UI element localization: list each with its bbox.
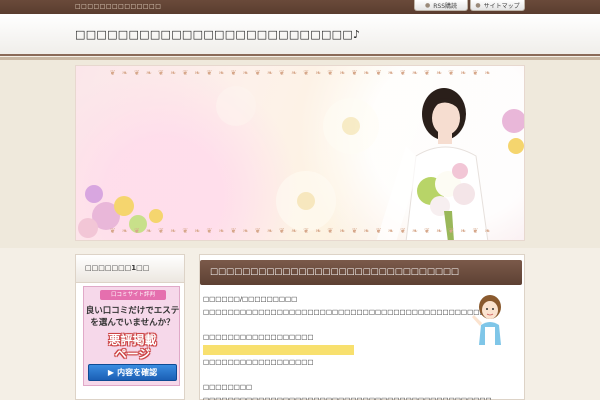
ad-button-label: 内容を確認 — [117, 368, 158, 377]
article-text-line: □□□□□□□□□□□□□□□□□□ — [203, 333, 314, 341]
rss-button-label: RSS購読 — [433, 2, 458, 10]
banner-flourish-bottom: ❦ ❧ ❦ ❧ ❦ ❧ ❦ ❧ ❦ ❧ ❦ ❧ ❦ ❧ ❦ ❧ ❦ ❧ ❦ ❧ … — [109, 227, 493, 235]
article-heading: □□□□□□□□□□□□□□□□□□□□□□□□□□□□□□□ — [200, 260, 522, 285]
sidebar: □□□□□□□1□□ 口コミサイト評判 良い口コミだけでエステ を選んでいません… — [75, 254, 185, 400]
arrow-right-icon: ▶ — [107, 368, 115, 377]
sitemap-button-label: サイトマップ — [483, 2, 520, 10]
ad-check-button[interactable]: ▶ 内容を確認 — [88, 364, 177, 381]
site-tagline: □□□□□□□□□□□□□□ — [75, 3, 162, 10]
guide-character-illustration — [472, 295, 501, 345]
ad-text-line1: 良い口コミだけでエステ — [85, 306, 180, 316]
hero-banner-image: ❦ ❧ ❦ ❧ ❦ ❧ ❦ ❧ ❦ ❧ ❦ ❧ ❦ ❧ ❦ ❧ ❦ ❧ ❦ ❧ … — [75, 65, 525, 241]
article-text-line: □□□□□□/□□□□□□□□□ — [203, 295, 298, 303]
sidebar-heading: □□□□□□□1□□ — [76, 255, 184, 283]
article-text-line: □□□□□□□□□□□□□□□□□□□□□□□□□□□□□□□□□□□□□□□□… — [203, 396, 492, 400]
site-header: □□□□□□□□□□□□□□□□□□□□□□□□□□♪ — [0, 14, 600, 56]
rss-subscribe-button[interactable]: ● RSS購読 — [414, 0, 468, 11]
banner-area: ❦ ❧ ❦ ❧ ❦ ❧ ❦ ❧ ❦ ❧ ❦ ❧ ❦ ❧ ❦ ❧ ❦ ❧ ❦ ❧ … — [0, 60, 600, 248]
sitemap-icon: ● — [475, 1, 481, 9]
ad-tag: 口コミサイト評判 — [100, 290, 166, 300]
sitemap-button[interactable]: ● サイトマップ — [470, 0, 525, 11]
main-content: □□□□□□□□□□□□□□□□□□□□□□□□□□□□□□□ □□□□□□/□… — [199, 254, 525, 400]
article-text-line: □□□□□□□□ — [203, 383, 253, 391]
site-title[interactable]: □□□□□□□□□□□□□□□□□□□□□□□□□□♪ — [75, 28, 360, 41]
ad-headline2: ページ — [114, 347, 151, 361]
ad-text-line2: を選んでいませんか？ — [90, 318, 175, 328]
article-text-line: □□□□□□□□□□□□□□□□□□□□□□□□□□□□□□□□□□□□□□□□… — [203, 308, 492, 316]
sidebar-ad-banner[interactable]: 口コミサイト評判 良い口コミだけでエステ を選んでいませんか？ 悪評掲載 ページ… — [83, 286, 180, 386]
banner-flowers — [78, 86, 524, 240]
article-text-line: □□□□□□□□□□□□□□□□□□ — [203, 358, 314, 366]
rss-icon: ● — [424, 1, 431, 9]
highlighted-text-bar — [203, 345, 354, 355]
